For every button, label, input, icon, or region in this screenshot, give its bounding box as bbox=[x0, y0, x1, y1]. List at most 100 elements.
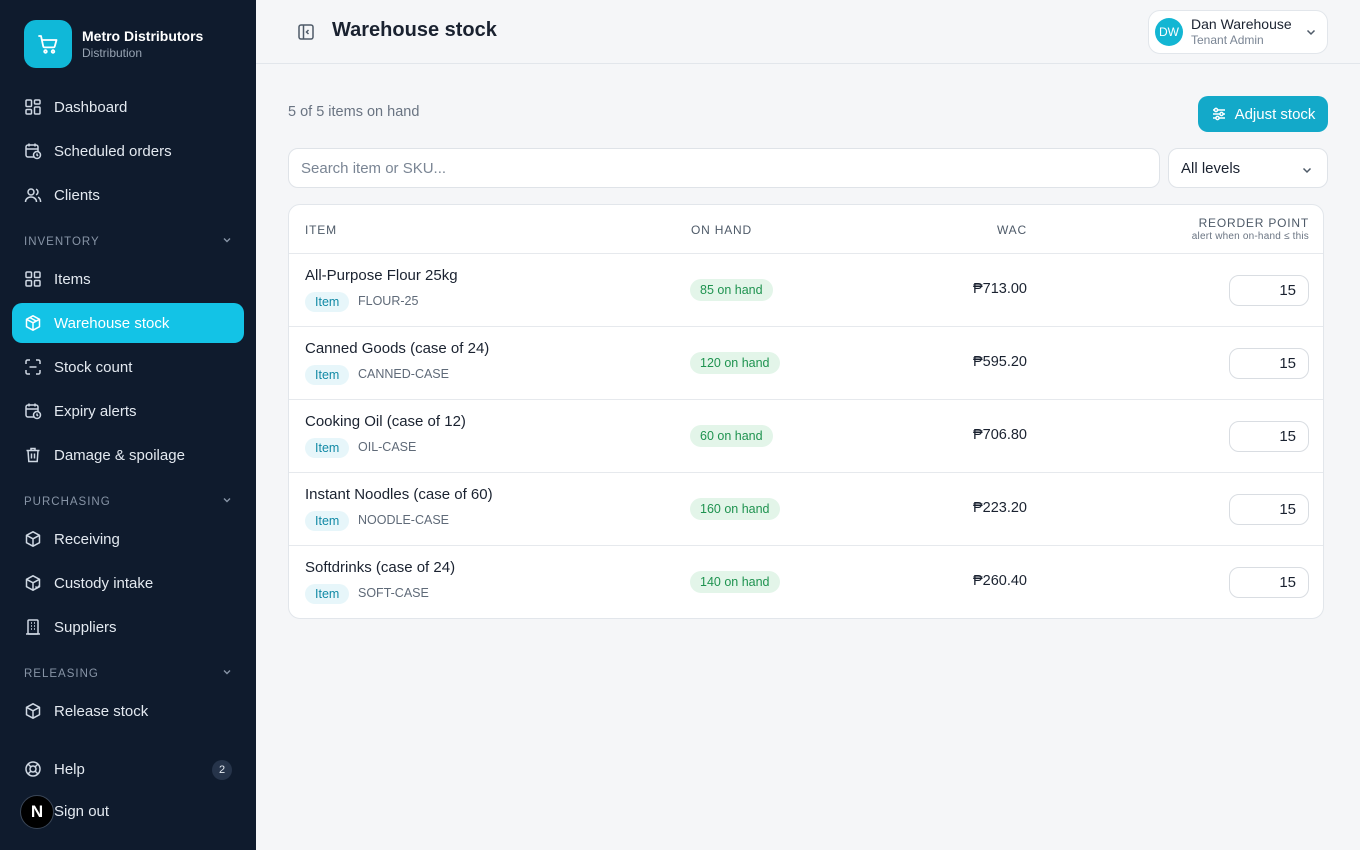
sidebar-item-label: Receiving bbox=[54, 530, 120, 548]
adjust-stock-button[interactable]: Adjust stock bbox=[1198, 96, 1328, 132]
column-header-wac: WAC bbox=[997, 223, 1027, 237]
help-count-badge: 2 bbox=[212, 760, 232, 780]
sidebar-item-suppliers[interactable]: Suppliers bbox=[12, 607, 244, 647]
item-name: Softdrinks (case of 24) bbox=[305, 559, 456, 576]
search-input[interactable] bbox=[288, 148, 1160, 188]
sidebar-item-help[interactable]: Help 2 bbox=[12, 749, 244, 789]
on-hand-badge: 140 on hand bbox=[690, 571, 780, 593]
stock-table: ITEM ON HAND WAC REORDER POINT alert whe… bbox=[288, 204, 1324, 619]
item-sku: NOODLE-CASE bbox=[358, 513, 449, 527]
brand-subtitle: Distribution bbox=[82, 46, 143, 60]
item-type-badge: Item bbox=[305, 438, 350, 458]
column-header-on-hand: ON HAND bbox=[691, 223, 752, 237]
wac-value: ₱706.80 bbox=[972, 427, 1027, 443]
chevron-down-icon bbox=[1301, 163, 1313, 180]
sidebar: Metro Distributors Distribution Dashboar… bbox=[0, 0, 256, 850]
chevron-down-icon bbox=[222, 495, 232, 508]
sidebar-item-dashboard[interactable]: Dashboard bbox=[12, 87, 244, 127]
brand-name: Metro Distributors bbox=[82, 28, 204, 44]
item-type-badge: Item bbox=[305, 365, 350, 385]
chevron-down-icon bbox=[222, 667, 232, 680]
sidebar-item-expiry-alerts[interactable]: Expiry alerts bbox=[12, 391, 244, 431]
sidebar-item-label: Stock count bbox=[54, 358, 133, 376]
dashboard-icon bbox=[24, 98, 42, 116]
sidebar-item-clients[interactable]: Clients bbox=[12, 175, 244, 215]
level-filter-value: All levels bbox=[1181, 159, 1241, 177]
sidebar-item-label: Items bbox=[54, 270, 91, 288]
column-header-reorder-hint: alert when on-hand ≤ this bbox=[1191, 231, 1309, 242]
avatar: DW bbox=[1155, 18, 1183, 46]
sidebar-item-label: Expiry alerts bbox=[54, 402, 137, 420]
sidebar-item-label: Damage & spoilage bbox=[54, 446, 185, 464]
sidebar-item-warehouse-stock[interactable]: Warehouse stock bbox=[12, 303, 244, 343]
wac-value: ₱223.20 bbox=[972, 500, 1027, 516]
reorder-point-input[interactable] bbox=[1229, 275, 1309, 306]
table-row: Cooking Oil (case of 12) Item OIL-CASE 6… bbox=[289, 400, 1323, 473]
sidebar-item-damage-spoilage[interactable]: Damage & spoilage bbox=[12, 435, 244, 475]
chevron-down-icon bbox=[1305, 25, 1317, 43]
level-filter-select[interactable]: All levels bbox=[1168, 148, 1328, 188]
trash-icon bbox=[24, 446, 42, 464]
sidebar-item-label: Sign out bbox=[54, 802, 110, 820]
chevron-down-icon bbox=[222, 235, 232, 248]
item-name: Instant Noodles (case of 60) bbox=[305, 486, 493, 503]
table-row: Softdrinks (case of 24) Item SOFT-CASE 1… bbox=[289, 546, 1323, 618]
on-hand-badge: 60 on hand bbox=[690, 425, 773, 447]
table-row: Instant Noodles (case of 60) Item NOODLE… bbox=[289, 473, 1323, 546]
item-name: All-Purpose Flour 25kg bbox=[305, 267, 458, 284]
column-header-item: ITEM bbox=[305, 223, 337, 237]
user-name: Dan Warehouse bbox=[1191, 16, 1292, 32]
reorder-point-input[interactable] bbox=[1229, 348, 1309, 379]
section-label: INVENTORY bbox=[24, 235, 100, 248]
box-icon bbox=[24, 314, 42, 332]
sidebar-item-stock-count[interactable]: Stock count bbox=[12, 347, 244, 387]
sidebar-item-label: Clients bbox=[54, 186, 100, 204]
box-icon bbox=[24, 530, 42, 548]
sidebar-item-label: Release stock bbox=[54, 702, 149, 720]
on-hand-badge: 120 on hand bbox=[690, 352, 780, 374]
lifebuoy-icon bbox=[24, 760, 42, 778]
sidebar-item-label: Custody intake bbox=[54, 574, 154, 592]
table-row: Canned Goods (case of 24) Item CANNED-CA… bbox=[289, 327, 1323, 400]
page-title: Warehouse stock bbox=[332, 19, 497, 41]
column-header-reorder-point: REORDER POINT bbox=[1198, 216, 1309, 230]
wac-value: ₱713.00 bbox=[972, 281, 1027, 297]
reorder-point-input[interactable] bbox=[1229, 421, 1309, 452]
section-purchasing[interactable]: PURCHASING bbox=[24, 495, 232, 508]
item-type-badge: Item bbox=[305, 511, 350, 531]
sidebar-item-items[interactable]: Items bbox=[12, 259, 244, 299]
section-inventory[interactable]: INVENTORY bbox=[24, 235, 232, 248]
sidebar-item-release-stock[interactable]: Release stock bbox=[12, 691, 244, 731]
on-hand-badge: 160 on hand bbox=[690, 498, 780, 520]
scan-icon bbox=[24, 358, 42, 376]
wac-value: ₱260.40 bbox=[972, 573, 1027, 589]
brand[interactable]: Metro Distributors Distribution bbox=[24, 20, 203, 68]
sidebar-item-custody-intake[interactable]: Custody intake bbox=[12, 563, 244, 603]
user-role: Tenant Admin bbox=[1191, 33, 1264, 47]
items-summary: 5 of 5 items on hand bbox=[288, 104, 420, 120]
section-label: RELEASING bbox=[24, 667, 99, 680]
on-hand-badge: 85 on hand bbox=[690, 279, 773, 301]
section-releasing[interactable]: RELEASING bbox=[24, 667, 232, 680]
building-icon bbox=[24, 618, 42, 636]
reorder-point-input[interactable] bbox=[1229, 567, 1309, 598]
dev-overlay-badge[interactable]: N bbox=[20, 795, 54, 829]
item-sku: CANNED-CASE bbox=[358, 367, 449, 381]
calendar-clock-icon bbox=[24, 402, 42, 420]
top-header: Warehouse stock DW Dan Warehouse Tenant … bbox=[256, 0, 1360, 64]
table-header: ITEM ON HAND WAC REORDER POINT alert whe… bbox=[289, 205, 1323, 254]
sidebar-item-label: Scheduled orders bbox=[54, 142, 172, 160]
sidebar-item-scheduled-orders[interactable]: Scheduled orders bbox=[12, 131, 244, 171]
sidebar-item-label: Warehouse stock bbox=[54, 314, 170, 332]
wac-value: ₱595.20 bbox=[972, 354, 1027, 370]
grid-icon bbox=[24, 270, 42, 288]
reorder-point-input[interactable] bbox=[1229, 494, 1309, 525]
item-name: Canned Goods (case of 24) bbox=[305, 340, 490, 357]
item-name: Cooking Oil (case of 12) bbox=[305, 413, 466, 430]
cart-icon bbox=[24, 20, 72, 68]
sidebar-item-label: Dashboard bbox=[54, 98, 128, 116]
user-menu[interactable]: DW Dan Warehouse Tenant Admin bbox=[1148, 10, 1328, 54]
sidebar-item-label: Help bbox=[54, 760, 85, 778]
sidebar-toggle-icon[interactable] bbox=[296, 22, 316, 42]
sidebar-item-receiving[interactable]: Receiving bbox=[12, 519, 244, 559]
